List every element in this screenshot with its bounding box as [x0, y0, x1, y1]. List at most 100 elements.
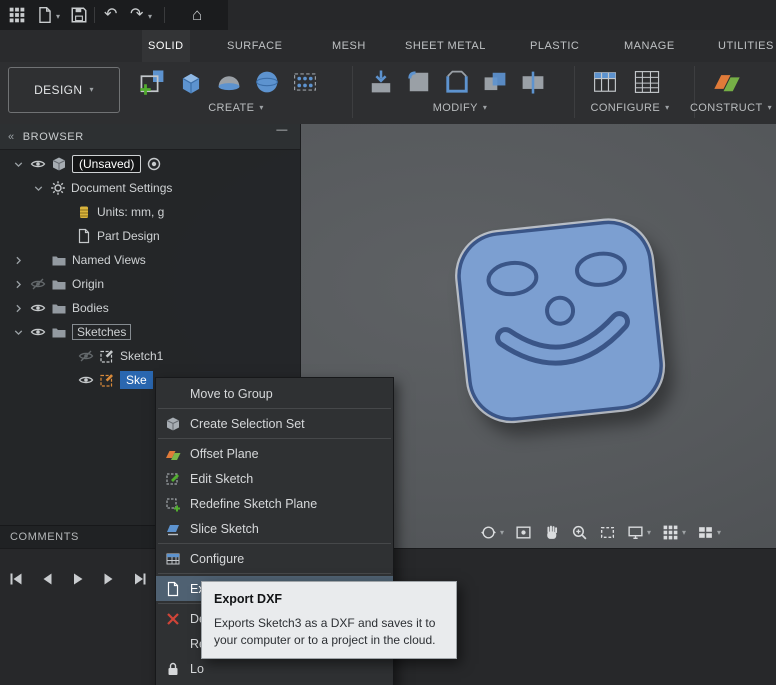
tree-item-label: Ske: [120, 371, 153, 389]
tree-item-bodies[interactable]: Bodies: [0, 296, 300, 320]
grid-settings-button[interactable]: ▾: [662, 524, 686, 541]
tree-item-unsaved[interactable]: (Unsaved): [0, 152, 300, 176]
display-settings-button[interactable]: ▾: [627, 524, 651, 541]
split-icon[interactable]: [518, 67, 548, 97]
home-icon[interactable]: ⌂: [192, 3, 202, 27]
chevron-down-icon: ▾: [500, 527, 505, 537]
edit-sketch-icon: [164, 471, 182, 487]
tree-item-units[interactable]: Units: mm, g: [0, 200, 300, 224]
collapse-panel-icon[interactable]: «: [8, 131, 15, 143]
press-pull-icon[interactable]: [366, 67, 396, 97]
tree-item-origin[interactable]: Origin: [0, 272, 300, 296]
tab-utilities[interactable]: UTILITIES: [712, 30, 776, 62]
pan-button[interactable]: [543, 524, 560, 541]
create-sketch-icon[interactable]: [138, 67, 168, 97]
construct-plane-icon[interactable]: [712, 67, 742, 97]
menu-item-lock[interactable]: Lo: [156, 656, 393, 681]
create-group-label[interactable]: CREATE ▾: [196, 102, 276, 114]
app-grid-icon[interactable]: [8, 6, 26, 24]
redo-dropdown-caret[interactable]: ▾: [148, 12, 152, 21]
minimize-panel-icon[interactable]: —: [276, 124, 288, 136]
tab-solid[interactable]: SOLID: [142, 30, 190, 62]
configure-icon[interactable]: [590, 67, 620, 97]
play-icon[interactable]: [70, 571, 86, 587]
file-icon[interactable]: [36, 6, 54, 24]
divider: [574, 66, 575, 118]
tab-surface[interactable]: SURFACE: [221, 30, 288, 62]
combine-icon[interactable]: [480, 67, 510, 97]
tab-manage[interactable]: MANAGE: [618, 30, 681, 62]
chevron-down-icon[interactable]: [32, 182, 45, 195]
menu-item-move-to-group[interactable]: Move to Group: [156, 381, 393, 406]
menu-item-create-selection-set[interactable]: Create Selection Set: [156, 411, 393, 436]
tab-sheet-metal[interactable]: SHEET METAL: [399, 30, 492, 62]
orbit-button[interactable]: ▾: [480, 524, 504, 541]
visibility-eye-off-icon[interactable]: [78, 348, 94, 364]
redo-icon[interactable]: ↷: [130, 3, 143, 27]
tree-item-label: Origin: [72, 277, 105, 291]
sketch-icon: [99, 348, 115, 364]
shell-icon[interactable]: [442, 67, 472, 97]
menu-item-edit-sketch[interactable]: Edit Sketch: [156, 466, 393, 491]
menu-item-configure[interactable]: Configure: [156, 546, 393, 571]
comments-title: COMMENTS: [10, 531, 79, 543]
tree-item-document-settings[interactable]: Document Settings: [0, 176, 300, 200]
zoom-button[interactable]: [571, 524, 588, 541]
chevron-down-icon[interactable]: [12, 158, 25, 171]
design-dropdown[interactable]: DESIGN ▾: [8, 67, 120, 113]
undo-icon[interactable]: ↶: [104, 3, 117, 27]
look-at-button[interactable]: [515, 524, 532, 541]
chevron-down-icon: ▾: [89, 85, 94, 94]
menu-item-redefine-sketch-plane[interactable]: Redefine Sketch Plane: [156, 491, 393, 516]
pattern-icon[interactable]: [290, 67, 320, 97]
browser-header[interactable]: « BROWSER —: [0, 124, 300, 150]
chevron-right-icon[interactable]: [12, 254, 25, 267]
chevron-down-icon: ▾: [665, 103, 670, 112]
configuration-table-icon[interactable]: [632, 67, 662, 97]
configure-group-label[interactable]: CONFIGURE ▾: [580, 102, 680, 114]
tooltip-body: Exports Sketch3 as a DXF and saves it to…: [214, 616, 436, 647]
sphere-icon[interactable]: [252, 67, 282, 97]
activate-component-radio-icon[interactable]: [146, 156, 162, 172]
tree-item-label: Sketches: [72, 324, 132, 340]
fillet-icon[interactable]: [404, 67, 434, 97]
tree-item-sketches[interactable]: Sketches: [0, 320, 300, 344]
construct-group-label[interactable]: CONSTRUCT ▾: [686, 102, 776, 114]
titlebar: Untitled*: [228, 0, 776, 30]
save-icon[interactable]: [70, 6, 88, 24]
visibility-eye-icon[interactable]: [78, 372, 94, 388]
ribbon: DESIGN ▾ CREATE ▾ MODIFY ▾ CONFIGURE ▾ C…: [0, 62, 776, 126]
tab-plastic[interactable]: PLASTIC: [524, 30, 585, 62]
skip-to-start-icon[interactable]: [8, 571, 24, 587]
selection-set-cube-icon: [164, 416, 182, 432]
chevron-right-icon[interactable]: [12, 302, 25, 315]
extrude-icon[interactable]: [176, 67, 206, 97]
step-forward-icon[interactable]: [101, 571, 117, 587]
lock-icon: [164, 661, 182, 677]
visibility-eye-icon[interactable]: [30, 300, 46, 316]
file-dropdown-caret[interactable]: ▾: [56, 12, 60, 21]
document-icon: [76, 228, 92, 244]
viewports-button[interactable]: ▾: [697, 524, 721, 541]
folder-icon: [51, 300, 67, 316]
tab-mesh[interactable]: MESH: [326, 30, 372, 62]
visibility-eye-icon[interactable]: [30, 324, 46, 340]
gear-icon: [50, 180, 66, 196]
menu-item-offset-plane[interactable]: Offset Plane: [156, 441, 393, 466]
chevron-down-icon[interactable]: [12, 326, 25, 339]
chevron-right-icon[interactable]: [12, 278, 25, 291]
modify-group-label[interactable]: MODIFY ▾: [420, 102, 500, 114]
visibility-eye-off-icon[interactable]: [30, 276, 46, 292]
zoom-window-button[interactable]: [599, 524, 616, 541]
folder-icon: [51, 276, 67, 292]
tree-item-part-design[interactable]: Part Design: [0, 224, 300, 248]
menu-item-slice-sketch[interactable]: Slice Sketch: [156, 516, 393, 541]
skip-to-end-icon[interactable]: [132, 571, 148, 587]
revolve-icon[interactable]: [214, 67, 244, 97]
visibility-eye-icon[interactable]: [30, 156, 46, 172]
tree-item-named-views[interactable]: Named Views: [0, 248, 300, 272]
step-back-icon[interactable]: [39, 571, 55, 587]
tree-item-sketch1[interactable]: Sketch1: [0, 344, 300, 368]
menu-item-hide[interactable]: Hi: [156, 681, 393, 685]
